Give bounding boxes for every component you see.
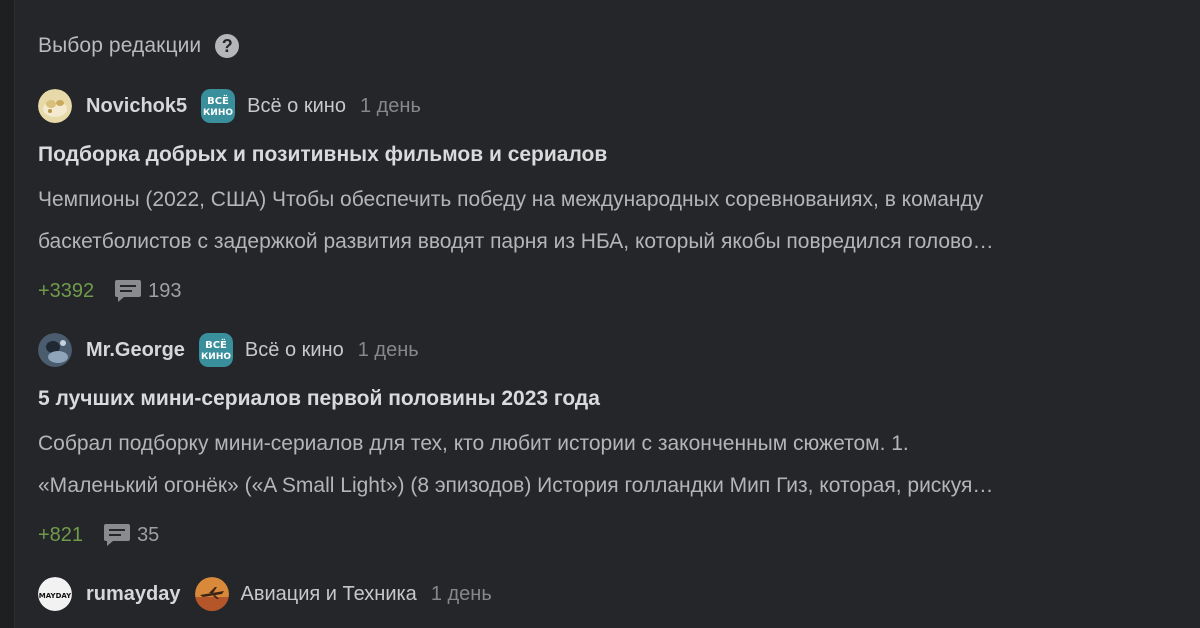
excerpt-line: «Маленький огонёк» («A Small Light») (8 …: [38, 474, 994, 497]
vse-kino-icon[interactable]: ВСЁ КИНО: [198, 333, 233, 367]
post-stats: +3392 193: [38, 277, 1158, 305]
author-name[interactable]: Novichok5: [86, 95, 187, 118]
post-time: 1 день: [430, 582, 492, 605]
post-meta: MAYDAY rumayday Авиация и Техника 1 день: [38, 576, 1158, 612]
vse-kino-icon[interactable]: ВСЁ КИНО: [201, 89, 236, 123]
excerpt-line: Собрал подборку мини-сериалов для тех, к…: [38, 432, 909, 455]
section-title: Выбор редакции: [38, 34, 202, 57]
avatar[interactable]: [38, 333, 72, 367]
post-title[interactable]: Подборка добрых и позитивных фильмов и с…: [38, 143, 1158, 167]
comments-count[interactable]: 193: [148, 280, 181, 303]
post-excerpt[interactable]: Собрал подборку мини-сериалов для тех, к…: [38, 423, 1138, 507]
community-icon-text: КИНО: [203, 108, 233, 118]
post-meta: Mr.George ВСЁ КИНО Всё о кино 1 день: [38, 332, 1158, 368]
comments-count[interactable]: 35: [137, 524, 159, 547]
community-name[interactable]: Авиация и Техника: [241, 583, 417, 606]
author-name[interactable]: rumayday: [86, 583, 181, 606]
post-card: Mr.George ВСЁ КИНО Всё о кино 1 день 5 л…: [38, 332, 1158, 549]
post-stats: +821 35: [38, 521, 1158, 549]
avatar[interactable]: MAYDAY: [38, 577, 72, 611]
rating: +821: [38, 523, 84, 546]
avatar-text: MAYDAY: [39, 592, 72, 600]
page-background: Выбор редакции ? Novichok5 ВСЁ КИНО Всё …: [0, 0, 1200, 628]
excerpt-line: баскетболистов с задержкой развития ввод…: [38, 230, 994, 253]
community-icon-text: ВСЁ: [207, 93, 229, 107]
post-meta: Novichok5 ВСЁ КИНО Всё о кино 1 день: [38, 88, 1158, 124]
help-icon[interactable]: ?: [215, 34, 240, 58]
section-header: Выбор редакции ?: [38, 30, 240, 62]
community-icon-text: ВСЁ: [205, 337, 227, 351]
community-name[interactable]: Всё о кино: [247, 95, 346, 118]
community-name[interactable]: Всё о кино: [245, 339, 344, 362]
comment-icon[interactable]: [114, 278, 142, 304]
post-card: Novichok5 ВСЁ КИНО Всё о кино 1 день Под…: [38, 88, 1158, 305]
comment-icon[interactable]: [103, 522, 131, 548]
post-time: 1 день: [359, 94, 421, 117]
avatar[interactable]: [38, 89, 72, 123]
rating: +3392: [38, 279, 95, 302]
excerpt-line: Чемпионы (2022, США) Чтобы обеспечить по…: [38, 188, 984, 211]
aviation-icon[interactable]: [194, 577, 229, 611]
community-icon-text: КИНО: [201, 352, 231, 362]
author-name[interactable]: Mr.George: [86, 339, 185, 362]
post-excerpt[interactable]: Чемпионы (2022, США) Чтобы обеспечить по…: [38, 179, 1138, 263]
post-card: MAYDAY rumayday Авиация и Техника 1 день: [38, 576, 1158, 612]
post-title[interactable]: 5 лучших мини-сериалов первой половины 2…: [38, 387, 1158, 411]
post-time: 1 день: [357, 338, 419, 361]
